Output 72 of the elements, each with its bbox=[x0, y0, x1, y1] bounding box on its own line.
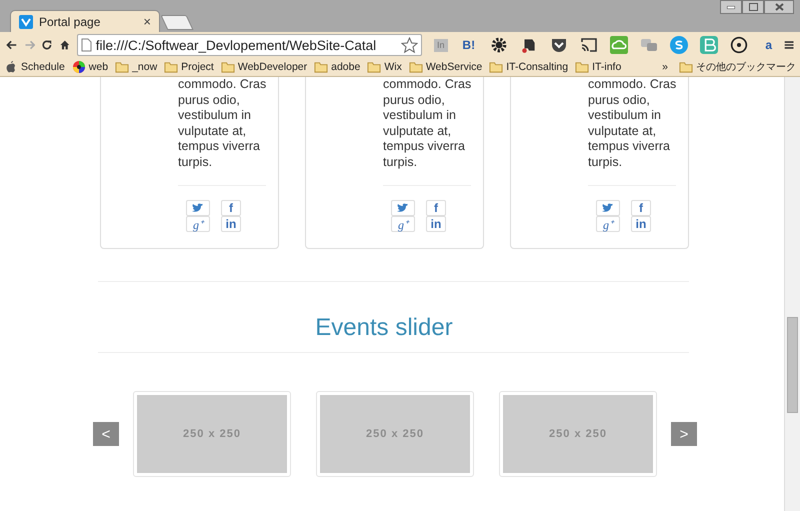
placeholder-label: 250 x 250 bbox=[549, 428, 607, 440]
social-button[interactable]: f bbox=[631, 200, 651, 216]
next-button[interactable]: > bbox=[671, 422, 697, 446]
star-icon[interactable] bbox=[400, 36, 418, 54]
placeholder-label: 250 x 250 bbox=[183, 428, 241, 440]
social-button[interactable]: f bbox=[426, 200, 446, 216]
card-text: commodo. Cras purus odio, vestibulum in vulputate at, tempus viverra turpis. bbox=[383, 77, 472, 170]
twitter-button[interactable] bbox=[186, 200, 210, 216]
folder-icon bbox=[367, 60, 382, 74]
folder-icon bbox=[314, 60, 328, 74]
twitter-button[interactable] bbox=[391, 200, 415, 216]
bird-icon bbox=[397, 203, 409, 213]
pocket-icon[interactable] bbox=[550, 36, 568, 54]
minimize-button[interactable] bbox=[720, 0, 742, 14]
bookmarks-overflow-button[interactable]: » bbox=[662, 61, 668, 73]
cast-icon[interactable] bbox=[580, 36, 598, 54]
folder-icon bbox=[679, 60, 693, 74]
folder-icon bbox=[408, 60, 423, 74]
folder-icon bbox=[489, 60, 504, 74]
tab-title: Portal page bbox=[39, 14, 102, 28]
folder-icon bbox=[220, 60, 235, 74]
target-icon[interactable] bbox=[730, 36, 748, 54]
bookmark-item[interactable]: Wix bbox=[367, 60, 402, 74]
cloud-icon[interactable] bbox=[610, 36, 628, 54]
bookmark-item[interactable]: adobe bbox=[314, 60, 360, 74]
minimize-icon bbox=[727, 6, 735, 8]
bookmark-item[interactable]: Schedule bbox=[4, 60, 65, 74]
page-icon bbox=[80, 38, 92, 52]
social-button[interactable]: in bbox=[426, 216, 446, 232]
folder-icon bbox=[575, 60, 590, 74]
placeholder-label: 250 x 250 bbox=[366, 428, 424, 440]
social-button[interactable]: g⁺ bbox=[596, 216, 620, 232]
scrollbar-thumb[interactable] bbox=[787, 317, 798, 413]
maximize-button[interactable] bbox=[742, 0, 764, 14]
bookmark-item[interactable]: web bbox=[72, 60, 108, 74]
social-button[interactable]: g⁺ bbox=[186, 216, 210, 232]
bookmark-item[interactable]: WebService bbox=[408, 60, 482, 74]
skype-icon[interactable] bbox=[670, 36, 688, 54]
bookmark-item[interactable]: IT-Consalting bbox=[489, 60, 568, 74]
apple-icon bbox=[4, 60, 18, 74]
address-bar[interactable]: file:///C:/Softwear_Devlopement/WebSite-Catal bbox=[76, 34, 422, 56]
social-button[interactable]: g⁺ bbox=[391, 216, 415, 232]
scrollbar[interactable] bbox=[784, 77, 800, 511]
other-bookmarks-item[interactable]: その他のブックマーク bbox=[679, 60, 796, 74]
bird-icon bbox=[602, 203, 614, 213]
social-button[interactable]: f bbox=[221, 200, 241, 216]
previous-button[interactable]: < bbox=[93, 422, 119, 446]
bookmark-item[interactable]: Project bbox=[164, 60, 214, 74]
folder-icon bbox=[164, 60, 178, 74]
tab-favicon-icon bbox=[19, 14, 33, 28]
bookmark-item[interactable]: IT-info bbox=[575, 60, 622, 74]
card-text: commodo. Cras purus odio, vestibulum in vulputate at, tempus viverra turpis. bbox=[178, 77, 268, 170]
social-button[interactable]: in bbox=[631, 216, 651, 232]
browser-tab[interactable]: Portal page × bbox=[10, 10, 160, 32]
maximize-icon bbox=[748, 3, 758, 11]
bookmark-item[interactable]: _now bbox=[115, 60, 158, 74]
tab-close-button[interactable]: × bbox=[143, 14, 151, 29]
bird-icon bbox=[192, 203, 204, 213]
gear-icon[interactable] bbox=[490, 36, 508, 54]
tile-icon[interactable] bbox=[700, 36, 718, 54]
twitter-button[interactable] bbox=[596, 200, 620, 216]
card-text: commodo. Cras purus odio, vestibulum in vulputate at, tempus viverra turpis. bbox=[588, 77, 678, 170]
extension-button[interactable]: a bbox=[760, 36, 778, 54]
extension-button[interactable]: B! bbox=[460, 36, 478, 54]
close-button[interactable] bbox=[764, 0, 794, 14]
section-title: Events slider bbox=[314, 314, 454, 342]
close-icon bbox=[774, 3, 784, 11]
new-tab-button[interactable] bbox=[160, 15, 194, 30]
globe-icon bbox=[72, 60, 86, 74]
social-button[interactable]: in bbox=[221, 216, 241, 232]
folder-icon bbox=[115, 60, 130, 74]
bookmark-item[interactable]: WebDeveloper bbox=[220, 60, 308, 74]
